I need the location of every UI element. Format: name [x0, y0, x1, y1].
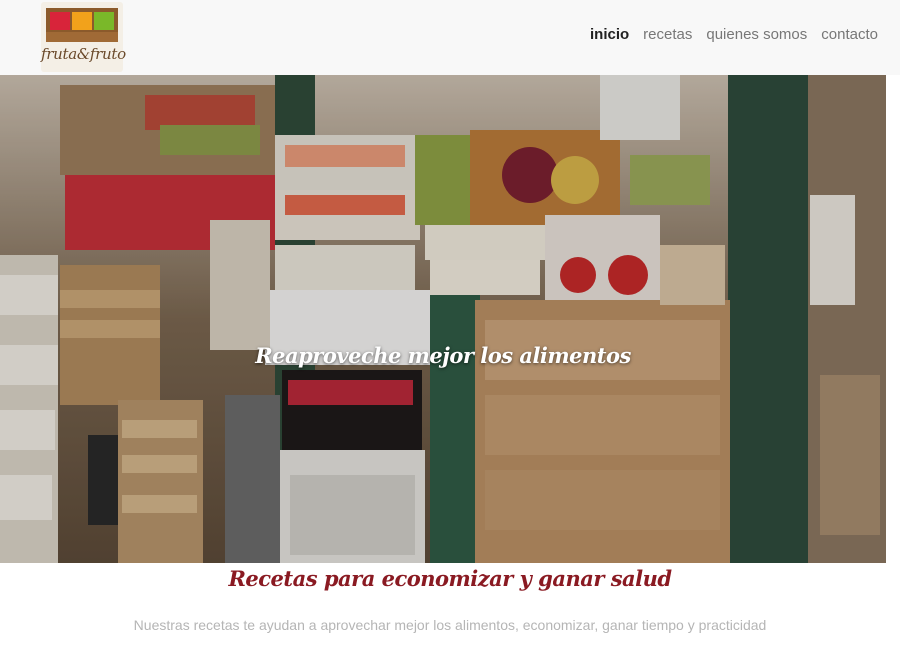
- nav-link-contacto[interactable]: contacto: [821, 24, 878, 46]
- hero-title: Reaproveche mejor los alimentos: [255, 343, 631, 368]
- nav-link-recetas[interactable]: recetas: [643, 24, 692, 46]
- nav-link-inicio[interactable]: inicio: [590, 24, 629, 46]
- nav-menu: inicio recetas quienes somos contacto: [590, 24, 878, 46]
- logo-text: fruta&fruto: [41, 45, 126, 63]
- section-title: Recetas para economizar y ganar salud: [228, 566, 672, 591]
- navbar: fruta&fruto inicio recetas quienes somos…: [0, 0, 900, 75]
- nav-link-quienes-somos[interactable]: quienes somos: [706, 24, 807, 46]
- fruit-crate-icon: [46, 8, 118, 42]
- hero-banner: Reaproveche mejor los alimentos: [0, 75, 886, 563]
- brand-logo[interactable]: fruta&fruto: [41, 2, 126, 72]
- market-crates-photo: [0, 75, 886, 563]
- section-subtitle: Nuestras recetas te ayudan a aprovechar …: [133, 617, 767, 633]
